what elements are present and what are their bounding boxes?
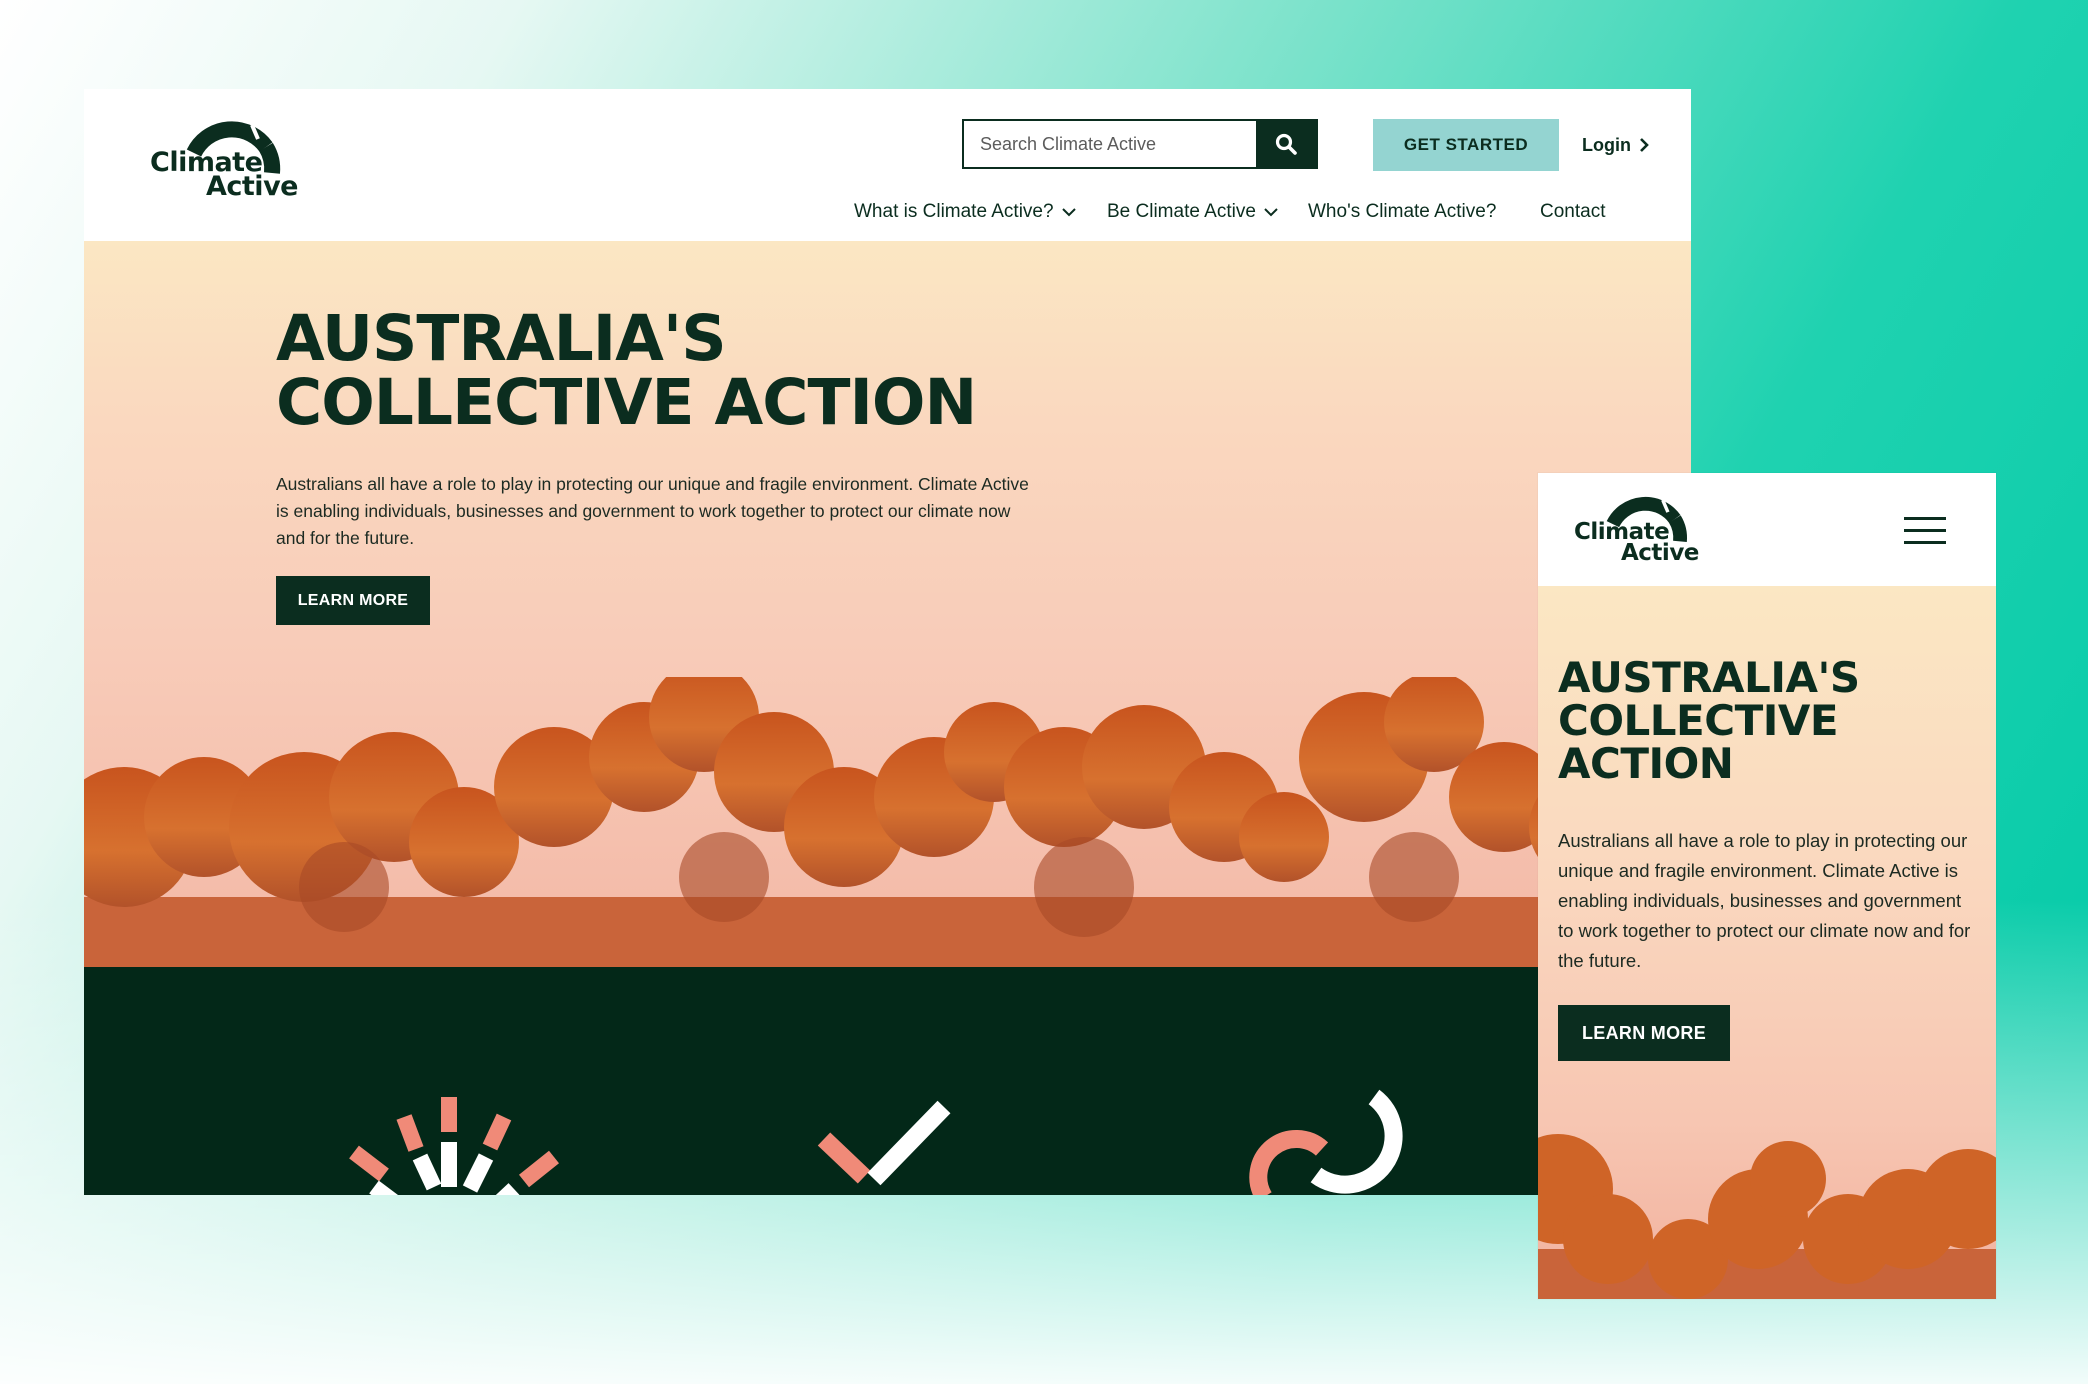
search-input[interactable] [964, 121, 1258, 167]
hero-title-line1: AUSTRALIA'S [276, 302, 727, 375]
desktop-feature-band [84, 967, 1691, 1195]
hero-title-line1: AUSTRALIA'S [1558, 653, 1860, 702]
hero-description: Australians all have a role to play in p… [276, 474, 1029, 548]
nav-item-label: What is Climate Active? [854, 201, 1054, 222]
hero-title-line2: COLLECTIVE ACTION [276, 366, 977, 439]
hero-title-line3: ACTION [1558, 739, 1734, 788]
nav-item-what-is-climate-active[interactable]: What is Climate Active? [854, 199, 1076, 225]
hamburger-menu-icon[interactable] [1904, 517, 1948, 547]
desktop-logo[interactable]: Climate Active [150, 117, 300, 207]
mobile-learn-more-button[interactable]: LEARN MORE [1558, 1005, 1730, 1061]
desktop-hero: AUSTRALIA'S COLLECTIVE ACTION Australian… [84, 241, 1691, 967]
trees-illustration [1538, 1134, 1996, 1299]
nav-item-label: Be Climate Active [1107, 201, 1256, 222]
mobile-hero: AUSTRALIA'S COLLECTIVE ACTION Australian… [1538, 586, 1996, 1299]
hero-title: AUSTRALIA'S COLLECTIVE ACTION [276, 302, 977, 439]
mobile-header: Climate Active [1538, 473, 1996, 586]
learn-more-button[interactable]: LEARN MORE [276, 576, 430, 625]
nav-item-label: Who's Climate Active? [1308, 201, 1497, 222]
logo-text-line2: Active [1621, 540, 1699, 566]
loop-icon [1249, 1089, 1403, 1195]
chevron-down-icon [1264, 207, 1278, 216]
search-box [962, 119, 1318, 169]
chevron-down-icon [1061, 207, 1076, 216]
desktop-mockup: Climate Active GET STARTED Login What is… [84, 89, 1691, 1195]
get-started-button[interactable]: GET STARTED [1373, 119, 1559, 171]
mobile-hero-title: AUSTRALIA'S COLLECTIVE ACTION [1558, 656, 1860, 785]
login-label: Login [1582, 134, 1631, 155]
logo-text-line2: Active [206, 171, 298, 202]
search-icon [1275, 133, 1297, 155]
mobile-mockup: Climate Active AUSTRALIA'S COLLECTIVE AC… [1538, 473, 1996, 1299]
nav-item-whos-climate-active[interactable]: Who's Climate Active? [1308, 199, 1496, 225]
sunburst-icon [349, 1097, 559, 1195]
mobile-hero-description: Australians all have a role to play in p… [1558, 830, 1971, 971]
checkmark-icon [817, 1100, 951, 1186]
nav-item-be-climate-active[interactable]: Be Climate Active [1107, 199, 1278, 225]
nav-item-label: Contact [1540, 201, 1606, 222]
chevron-right-icon [1640, 138, 1649, 152]
trees-illustration [84, 677, 1691, 967]
nav-item-contact[interactable]: Contact [1540, 199, 1605, 225]
hero-title-line2: COLLECTIVE [1558, 696, 1839, 745]
mobile-logo[interactable]: Climate Active [1574, 493, 1704, 573]
desktop-header: Climate Active GET STARTED Login What is… [84, 89, 1691, 241]
login-link[interactable]: Login [1582, 131, 1649, 159]
search-button[interactable] [1256, 121, 1316, 167]
